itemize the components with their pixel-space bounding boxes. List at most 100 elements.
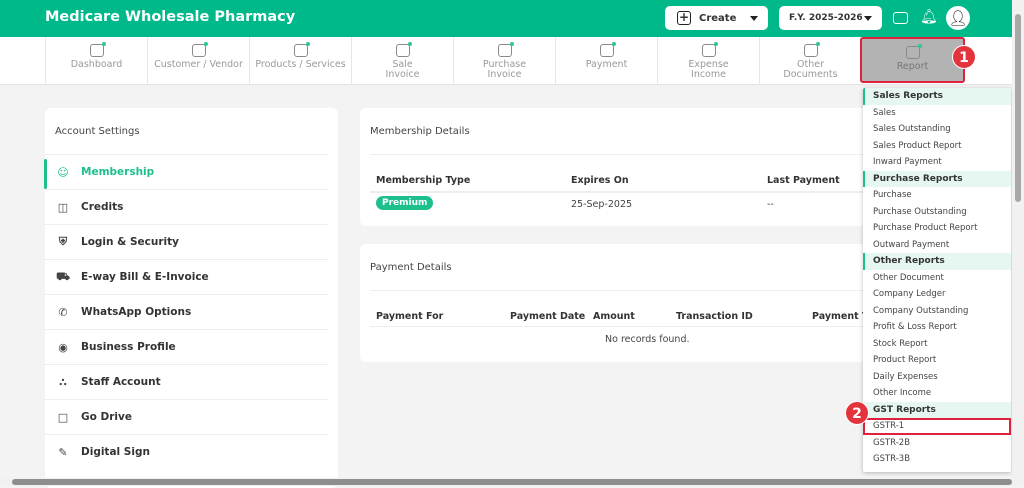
expires-on-value: 25-Sep-2025 bbox=[571, 199, 633, 210]
nav-expense-income[interactable]: Expense Income bbox=[657, 37, 759, 85]
empty-message: No records found. bbox=[605, 334, 690, 345]
col-transaction-id: Transaction ID bbox=[676, 311, 753, 322]
bell-icon[interactable]: 🔔︎ bbox=[920, 9, 938, 25]
scrollbar-thumb[interactable] bbox=[1015, 14, 1021, 202]
nav-purchase-invoice[interactable]: Purchase Invoice bbox=[453, 37, 555, 85]
menu-item-gstr-3b[interactable]: GSTR-3B bbox=[863, 451, 1011, 468]
nav-products-services[interactable]: Products / Services bbox=[249, 37, 351, 85]
message-icon[interactable] bbox=[893, 12, 908, 24]
document-icon bbox=[803, 42, 820, 57]
app-title: Medicare Wholesale Pharmacy bbox=[45, 9, 296, 25]
menu-item-company-outstanding[interactable]: Company Outstanding bbox=[863, 303, 1011, 320]
chevron-down-icon bbox=[750, 16, 758, 21]
nav-report[interactable]: Report bbox=[860, 37, 965, 83]
menu-item-other-income[interactable]: Other Income bbox=[863, 385, 1011, 402]
users-icon bbox=[191, 42, 208, 57]
menu-item-gstr-1[interactable]: GSTR-1 bbox=[863, 418, 1011, 435]
vertical-scrollbar[interactable] bbox=[1012, 0, 1024, 478]
fy-label: F.Y. 2025-2026 bbox=[789, 13, 863, 23]
nav-other-documents[interactable]: Other Documents bbox=[759, 37, 861, 85]
settings-item-digital-sign[interactable]: ✎ Digital Sign bbox=[45, 434, 328, 469]
menu-item-outward-payment[interactable]: Outward Payment bbox=[863, 237, 1011, 254]
nav-sale-invoice[interactable]: Sale Invoice bbox=[351, 37, 453, 85]
settings-item-credits[interactable]: ◫ Credits bbox=[45, 189, 328, 224]
col-expires-on: Expires On bbox=[571, 175, 629, 186]
menu-item-stock-report[interactable]: Stock Report bbox=[863, 336, 1011, 353]
menu-item-other-document[interactable]: Other Document bbox=[863, 270, 1011, 287]
account-settings-card: Account Settings ☺ Membership ◫ Credits ⛨ L… bbox=[44, 108, 338, 488]
membership-type-badge: Premium bbox=[376, 196, 434, 210]
gauge-icon bbox=[89, 42, 106, 57]
payment-title: Payment Details bbox=[370, 262, 452, 273]
item-label: Digital Sign bbox=[81, 446, 150, 458]
rupee-icon bbox=[599, 42, 616, 57]
plus-icon: + bbox=[677, 10, 691, 25]
main-nav: Dashboard Customer / Vendor Products / S… bbox=[0, 37, 1012, 85]
menu-item-purchase-outstanding[interactable]: Purchase Outstanding bbox=[863, 204, 1011, 221]
menu-item-product-report[interactable]: Product Report bbox=[863, 352, 1011, 369]
coins-icon: ◫ bbox=[57, 200, 69, 214]
menu-item-sales[interactable]: Sales bbox=[863, 105, 1011, 122]
folder-icon: □ bbox=[57, 410, 69, 424]
nav-label: Sale Invoice bbox=[385, 59, 420, 80]
menu-item-purchase-product-report[interactable]: Purchase Product Report bbox=[863, 220, 1011, 237]
nav-label: Dashboard bbox=[70, 59, 123, 70]
fiscal-year-select[interactable]: F.Y. 2025-2026 bbox=[779, 6, 882, 30]
report-dropdown-menu: Sales Reports Sales Sales Outstanding Sa… bbox=[863, 88, 1011, 472]
create-button[interactable]: + Create bbox=[665, 6, 768, 30]
nav-label: Report bbox=[896, 61, 929, 72]
nav-customer-vendor[interactable]: Customer / Vendor bbox=[147, 37, 249, 85]
menu-heading-purchase: Purchase Reports bbox=[863, 170, 1011, 187]
menu-heading-other: Other Reports bbox=[863, 253, 1011, 270]
menu-item-inward-payment[interactable]: Inward Payment bbox=[863, 154, 1011, 171]
users-icon: ∴ bbox=[59, 375, 67, 389]
item-label: Credits bbox=[81, 201, 124, 213]
menu-item-gstr-2b[interactable]: GSTR-2B bbox=[863, 435, 1011, 452]
item-label: WhatsApp Options bbox=[81, 306, 192, 318]
item-label: Login & Security bbox=[81, 236, 179, 248]
box-icon bbox=[293, 42, 310, 57]
horizontal-scrollbar[interactable] bbox=[0, 478, 1024, 486]
settings-item-eway-bill[interactable]: ⛟ E-way Bill & E-Invoice bbox=[45, 259, 328, 294]
col-payment-date: Payment Date bbox=[510, 311, 586, 322]
membership-title: Membership Details bbox=[370, 126, 470, 137]
settings-item-staff-account[interactable]: ∴ Staff Account bbox=[45, 364, 328, 399]
truck-icon: ⛟ bbox=[56, 269, 70, 283]
nav-label: Purchase Invoice bbox=[482, 59, 527, 80]
settings-item-login-security[interactable]: ⛨ Login & Security bbox=[45, 224, 328, 259]
shield-icon: ⛨ bbox=[58, 235, 68, 248]
invoice-icon bbox=[395, 42, 412, 57]
menu-item-purchase[interactable]: Purchase bbox=[863, 187, 1011, 204]
menu-heading-gst: GST Reports bbox=[863, 401, 1011, 418]
chevron-down-icon bbox=[864, 16, 872, 21]
user-badge-icon: ☺ bbox=[57, 165, 69, 179]
sign-icon: ✎ bbox=[58, 445, 68, 459]
cart-icon bbox=[497, 42, 514, 57]
menu-item-sales-outstanding[interactable]: Sales Outstanding bbox=[863, 121, 1011, 138]
menu-item-profit-loss[interactable]: Profit & Loss Report bbox=[863, 319, 1011, 336]
item-label: E-way Bill & E-Invoice bbox=[81, 271, 209, 283]
item-label: Membership bbox=[81, 166, 155, 178]
step-badge-1: 1 bbox=[952, 45, 976, 69]
item-label: Go Drive bbox=[81, 411, 132, 423]
settings-item-go-drive[interactable]: □ Go Drive bbox=[45, 399, 328, 434]
nav-label: Products / Services bbox=[255, 59, 346, 70]
scrollbar-thumb[interactable] bbox=[12, 479, 1012, 485]
clipboard-icon bbox=[905, 44, 922, 59]
nav-label: Expense Income bbox=[688, 59, 729, 80]
avatar[interactable]: 👤︎ bbox=[946, 6, 970, 30]
create-label: Create bbox=[699, 12, 737, 24]
nav-dashboard[interactable]: Dashboard bbox=[45, 37, 147, 85]
item-label: Staff Account bbox=[81, 376, 161, 388]
settings-item-membership[interactable]: ☺ Membership bbox=[44, 154, 328, 189]
nav-payment[interactable]: Payment bbox=[555, 37, 657, 85]
col-payment-for: Payment For bbox=[376, 311, 444, 322]
nav-label: Customer / Vendor bbox=[154, 59, 243, 70]
menu-item-company-ledger[interactable]: Company Ledger bbox=[863, 286, 1011, 303]
settings-item-whatsapp[interactable]: ✆ WhatsApp Options bbox=[45, 294, 328, 329]
menu-item-daily-expenses[interactable]: Daily Expenses bbox=[863, 369, 1011, 386]
menu-item-sales-product-report[interactable]: Sales Product Report bbox=[863, 138, 1011, 155]
top-header: Medicare Wholesale Pharmacy + Create F.Y… bbox=[0, 0, 1012, 37]
user-circle-icon: ◉ bbox=[58, 340, 68, 354]
settings-item-business-profile[interactable]: ◉ Business Profile bbox=[45, 329, 328, 364]
